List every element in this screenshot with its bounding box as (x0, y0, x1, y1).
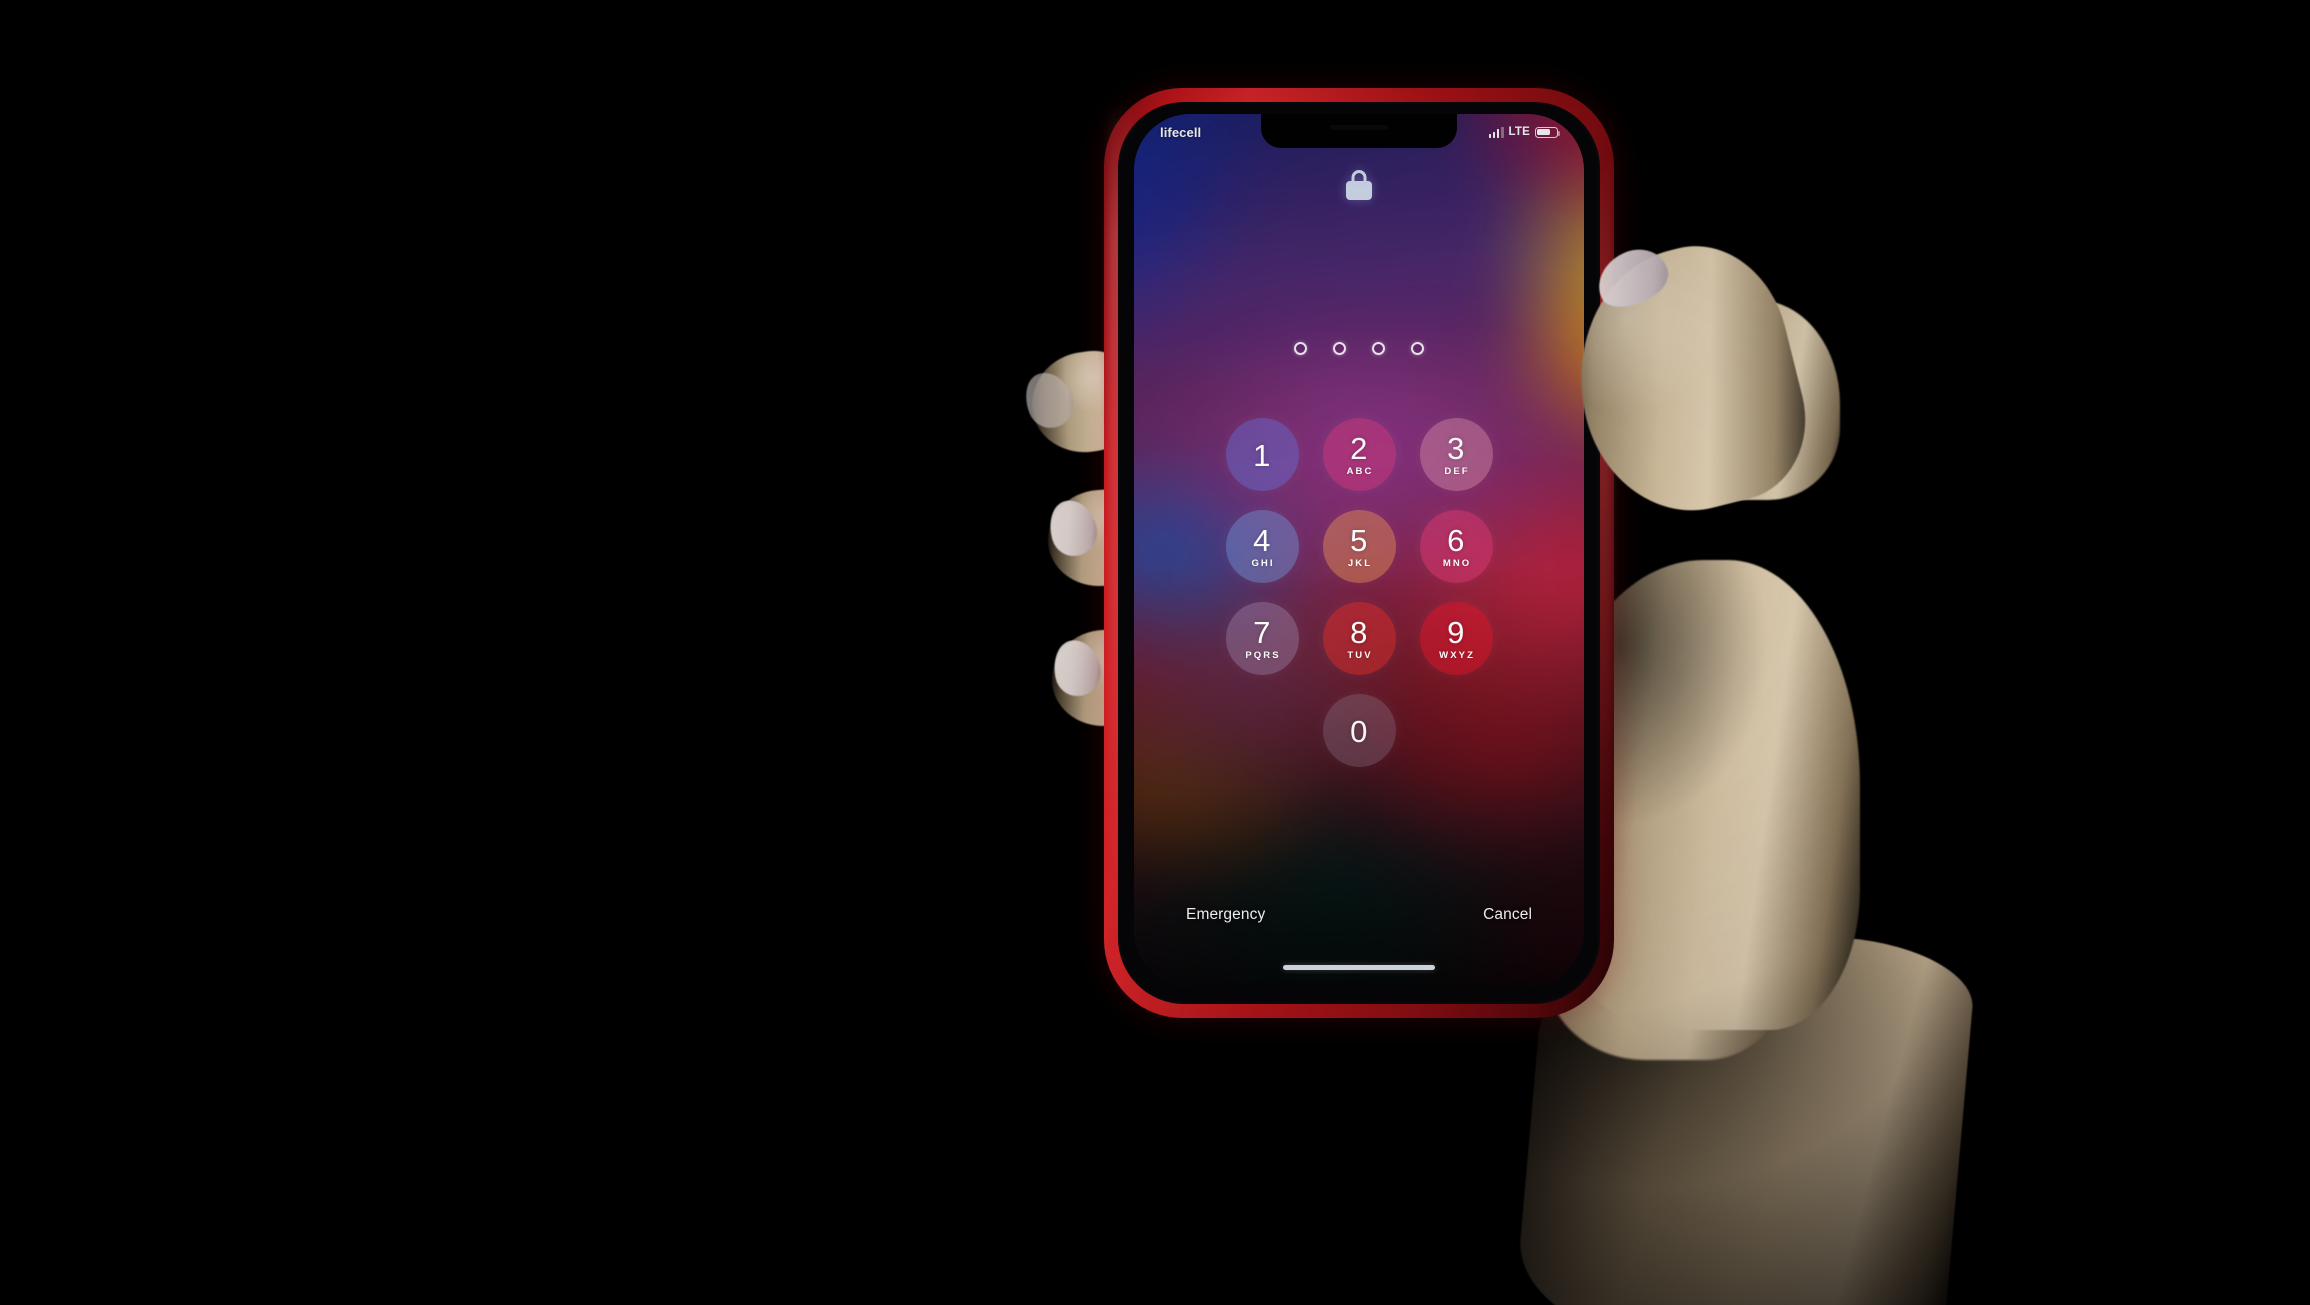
keypad-key-1-digit: 1 (1253, 438, 1271, 473)
passcode-dots (1134, 342, 1584, 355)
keypad-key-3[interactable]: 3 DEF (1419, 418, 1493, 491)
keypad-key-7[interactable]: 7 PQRS (1225, 602, 1299, 675)
iphone-device: lifecell LTE 1 2 ABC 3 DEF 4 GHI 5 JKL 6… (1104, 88, 1614, 1018)
keypad-key-8-digit: 8 (1350, 614, 1368, 650)
keypad-key-3-digit: 3 (1447, 430, 1465, 466)
cancel-button[interactable]: Cancel (1483, 906, 1532, 924)
passcode-dot-4 (1411, 342, 1424, 355)
keypad-row-4: 0 (1322, 694, 1396, 767)
keypad-key-4-digit: 4 (1253, 522, 1271, 558)
keypad-key-3-letters: DEF (1444, 465, 1470, 477)
keypad-key-2-letters: ABC (1346, 465, 1374, 477)
keypad-key-8-letters: TUV (1347, 649, 1373, 661)
keypad-row-1: 1 2 ABC 3 DEF (1225, 418, 1493, 491)
keypad-key-9[interactable]: 9 WXYZ (1419, 602, 1493, 675)
keypad-row-3: 7 PQRS 8 TUV 9 WXYZ (1225, 602, 1493, 675)
keypad-key-9-letters: WXYZ (1439, 649, 1475, 661)
passcode-dot-3 (1372, 342, 1385, 355)
keypad-key-7-letters: PQRS (1245, 649, 1281, 661)
keypad-key-2-digit: 2 (1350, 430, 1368, 466)
battery-fill (1537, 128, 1551, 136)
keypad-key-8[interactable]: 8 TUV (1322, 602, 1396, 675)
keypad-key-5-letters: JKL (1347, 557, 1373, 569)
keypad-key-7-digit: 7 (1253, 614, 1271, 650)
keypad-key-2[interactable]: 2 ABC (1322, 418, 1396, 491)
keypad-key-4[interactable]: 4 GHI (1225, 510, 1299, 583)
keypad-key-6-letters: MNO (1442, 557, 1472, 569)
keypad-key-6-digit: 6 (1447, 522, 1465, 558)
passcode-dot-1 (1294, 342, 1307, 355)
passcode-dot-2 (1333, 342, 1346, 355)
battery-icon (1535, 126, 1561, 138)
emergency-button[interactable]: Emergency (1186, 906, 1265, 924)
keypad-key-6[interactable]: 6 MNO (1419, 510, 1493, 583)
status-bar-right-group: LTE (1488, 126, 1561, 138)
photo-scene: lifecell LTE 1 2 ABC 3 DEF 4 GHI 5 JKL 6… (0, 0, 2310, 1305)
padlock-body (1346, 181, 1372, 200)
keypad-key-0[interactable]: 0 (1322, 694, 1396, 767)
closed-padlock-icon (1346, 170, 1372, 200)
lock-icon-container (1134, 170, 1584, 200)
keypad-row-2: 4 GHI 5 JKL 6 MNO (1225, 510, 1493, 583)
passcode-keypad[interactable]: 1 2 ABC 3 DEF 4 GHI 5 JKL 6 MNO 7 PQRS 8 TUV 9 WXYZ 0 (1134, 418, 1584, 767)
status-bar: lifecell LTE (1134, 114, 1584, 150)
keypad-key-5[interactable]: 5 JKL (1322, 510, 1396, 583)
keypad-key-4-letters: GHI (1251, 557, 1275, 569)
phone-screen[interactable]: lifecell LTE 1 2 ABC 3 DEF 4 GHI 5 JKL 6… (1134, 114, 1584, 986)
keypad-key-0-digit: 0 (1350, 714, 1368, 749)
keypad-key-5-digit: 5 (1350, 522, 1368, 558)
signal-bars-icon (1488, 126, 1504, 138)
home-indicator[interactable] (1283, 964, 1435, 970)
network-type-label: LTE (1508, 126, 1530, 138)
keypad-key-9-digit: 9 (1447, 614, 1465, 650)
keypad-key-1[interactable]: 1 (1225, 418, 1299, 491)
carrier-label: lifecell (1160, 124, 1202, 140)
lockscreen-actions: Emergency Cancel (1134, 906, 1584, 924)
